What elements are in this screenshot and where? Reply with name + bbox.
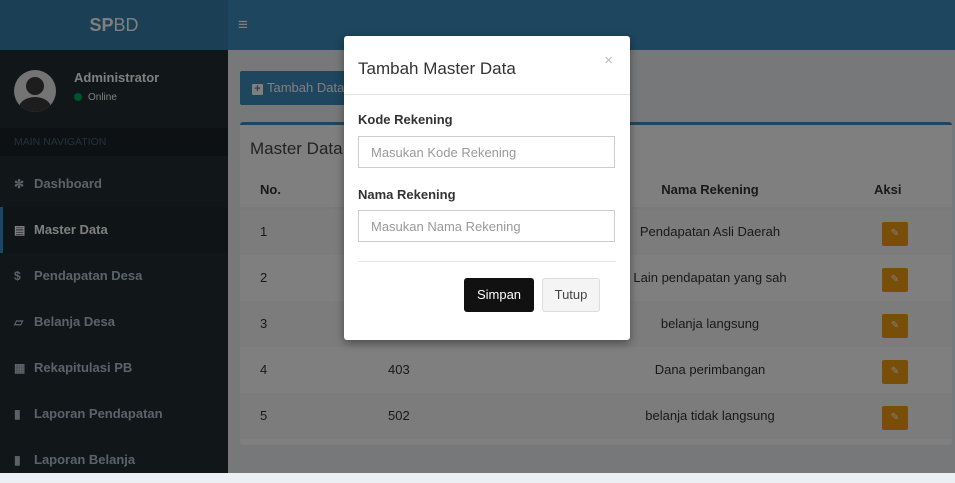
modal-divider <box>344 94 630 95</box>
close-icon[interactable]: × <box>604 52 613 69</box>
kode-rekening-label: Kode Rekening <box>358 112 453 127</box>
nama-rekening-input[interactable] <box>358 210 615 242</box>
kode-rekening-input[interactable] <box>358 136 615 168</box>
add-master-data-modal: Tambah Master Data × Kode Rekening Nama … <box>344 36 630 340</box>
modal-footer-divider <box>358 261 616 262</box>
nama-rekening-label: Nama Rekening <box>358 187 456 202</box>
save-button[interactable]: Simpan <box>464 278 534 312</box>
modal-title: Tambah Master Data <box>358 59 516 78</box>
close-button[interactable]: Tutup <box>542 278 600 312</box>
